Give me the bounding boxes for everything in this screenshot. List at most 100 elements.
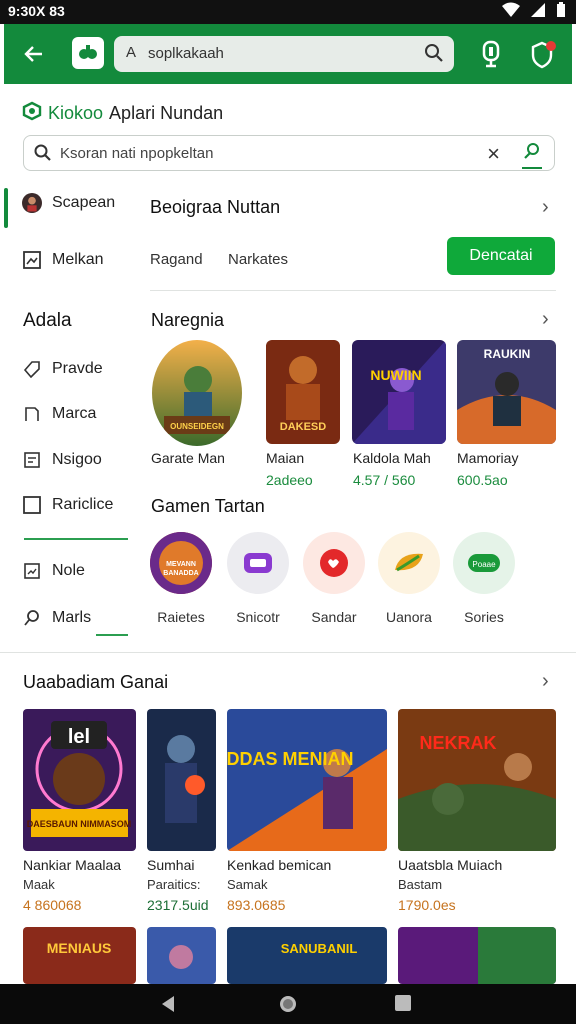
- game-name: Kenkad bemican: [227, 857, 332, 873]
- back-arrow-icon[interactable]: [18, 38, 50, 70]
- game-art-label: DADDAS MENIAN: [227, 749, 354, 769]
- game-price: 4.57 / 560: [353, 472, 416, 488]
- rail-underline: [96, 634, 128, 636]
- nav-home-icon[interactable]: [278, 994, 298, 1019]
- chevron-right-icon[interactable]: ›: [542, 670, 549, 693]
- section-title: Naregnia: [151, 310, 225, 330]
- rail-active-indicator: [4, 188, 8, 228]
- chevron-right-icon[interactable]: ›: [542, 196, 549, 219]
- game-name: Garate Man: [151, 450, 225, 466]
- rail-item-label: Rariclice: [52, 496, 114, 513]
- bookmark-icon: [22, 404, 42, 424]
- game-art[interactable]: MENIAUS: [23, 927, 136, 984]
- badge-text: Poaae: [472, 560, 496, 569]
- avatar: [22, 193, 42, 213]
- category-label: Uanora: [386, 609, 432, 625]
- status-bar: 9:30X 83: [0, 0, 576, 24]
- status-time: 9:30X 83: [8, 3, 65, 19]
- nav-recents-icon[interactable]: [394, 994, 412, 1017]
- search-placeholder: Ksoran nati npopkeltan: [60, 145, 214, 162]
- game-name: Kaldola Mah: [353, 450, 431, 466]
- signal-icon: [530, 2, 546, 21]
- game-art[interactable]: [398, 927, 556, 984]
- controller-icon[interactable]: [227, 532, 289, 594]
- rail-item-nsigoo[interactable]: Nsigoo: [22, 450, 102, 470]
- filter-chip[interactable]: Ragand: [150, 251, 203, 268]
- rail-item-label: Marca: [52, 405, 97, 422]
- game-price: 600.5ao: [457, 472, 508, 488]
- section-title: Gamen Tartan: [151, 496, 265, 516]
- category-label: Raietes: [157, 609, 205, 625]
- search-input[interactable]: Ksoran nati npopkeltan ×: [23, 135, 555, 171]
- game-art-label: SANUBANIL: [281, 941, 358, 956]
- rail-item-label: Pravde: [52, 360, 103, 377]
- rail-item-profile[interactable]: Scapean: [22, 193, 115, 213]
- rail-item-marls[interactable]: Marls: [22, 608, 91, 628]
- primary-action-button[interactable]: Dencatai: [447, 237, 555, 275]
- brand-icon: [22, 101, 42, 126]
- game-art[interactable]: [147, 709, 216, 851]
- game-art[interactable]: SANUBANIL: [227, 927, 387, 984]
- game-name: Nankiar Maalaa: [23, 857, 122, 873]
- battery-icon: [556, 2, 566, 21]
- checkbox-icon: [22, 495, 42, 515]
- game-art-label: OUNSEIDEGN: [170, 422, 224, 431]
- game-art-label: NUWIIN: [370, 367, 421, 383]
- divider: [0, 652, 576, 653]
- rail-item-marca[interactable]: Marca: [22, 404, 96, 424]
- app-bar: A soplkakaah: [4, 24, 572, 84]
- filter-chip[interactable]: Narkates: [228, 251, 288, 268]
- rail-item-pravde[interactable]: Pravde: [22, 359, 103, 379]
- game-art-label: MENIAUS: [47, 940, 112, 956]
- game-art[interactable]: RAUKIN: [457, 340, 556, 444]
- game-price: 1790.0es: [398, 897, 456, 913]
- game-art[interactable]: NEKRAK: [398, 709, 556, 851]
- brand-name: Kiokoo: [48, 102, 104, 123]
- rail-section-title: Adala: [23, 310, 72, 331]
- search-icon: [22, 608, 42, 628]
- rail-item-label: Nsigoo: [52, 451, 102, 468]
- category-label: Sandar: [311, 609, 357, 625]
- category-label: Snicotr: [236, 609, 280, 625]
- game-art[interactable]: DAKESD: [266, 340, 340, 444]
- game-badge-icon[interactable]: MEVANN BANADDA: [150, 532, 212, 594]
- badge-line: MEVANN: [166, 561, 196, 568]
- page-header: Kiokoo Aplari Nundan: [22, 100, 223, 126]
- game-price: 2adeeo: [266, 472, 313, 488]
- game-art[interactable]: lel DAESBAUN NIMMASOM: [23, 709, 136, 851]
- chevron-right-icon[interactable]: ›: [542, 308, 549, 331]
- voice-search-icon[interactable]: [522, 142, 542, 169]
- game-art[interactable]: [147, 927, 216, 984]
- clear-icon[interactable]: ×: [487, 141, 500, 167]
- game-art-label: NEKRAK: [419, 733, 496, 753]
- game-subtitle: Paraitics:: [147, 877, 201, 892]
- search-icon: [34, 144, 52, 167]
- rail-item-label: Nole: [52, 562, 85, 579]
- game-subtitle: Samak: [227, 877, 268, 892]
- game-art[interactable]: DADDAS MENIAN: [227, 709, 387, 851]
- game-name: Maian: [266, 450, 305, 466]
- shield-notification-icon[interactable]: [530, 39, 558, 69]
- rail-item-rariclice[interactable]: Rariclice: [22, 495, 113, 515]
- appbar-search-field[interactable]: A soplkakaah: [114, 36, 454, 72]
- nav-back-icon[interactable]: [160, 994, 176, 1019]
- rail-item-nole[interactable]: Nole: [22, 561, 85, 581]
- game-name: Sumhai: [147, 857, 195, 873]
- page-title: Aplari Nundan: [109, 102, 224, 123]
- game-art[interactable]: OUNSEIDEGN: [152, 340, 242, 446]
- app-logo-icon[interactable]: [72, 37, 104, 69]
- game-name: Mamoriay: [457, 450, 519, 466]
- game-art[interactable]: NUWIIN: [352, 340, 446, 444]
- rail-divider: [24, 538, 128, 540]
- divider: [150, 290, 556, 291]
- rail-item-melkan[interactable]: Melkan: [22, 250, 104, 270]
- search-icon[interactable]: [424, 43, 444, 68]
- chat-heart-icon[interactable]: [303, 532, 365, 594]
- category-label: Sories: [464, 609, 504, 625]
- play-badge-icon[interactable]: Poaae: [453, 532, 515, 594]
- leaf-icon[interactable]: [378, 532, 440, 594]
- game-subtitle: Bastam: [398, 877, 443, 892]
- microphone-icon[interactable]: [478, 39, 504, 69]
- system-nav-bar: [0, 984, 576, 1024]
- rail-item-label: Scapean: [52, 194, 116, 211]
